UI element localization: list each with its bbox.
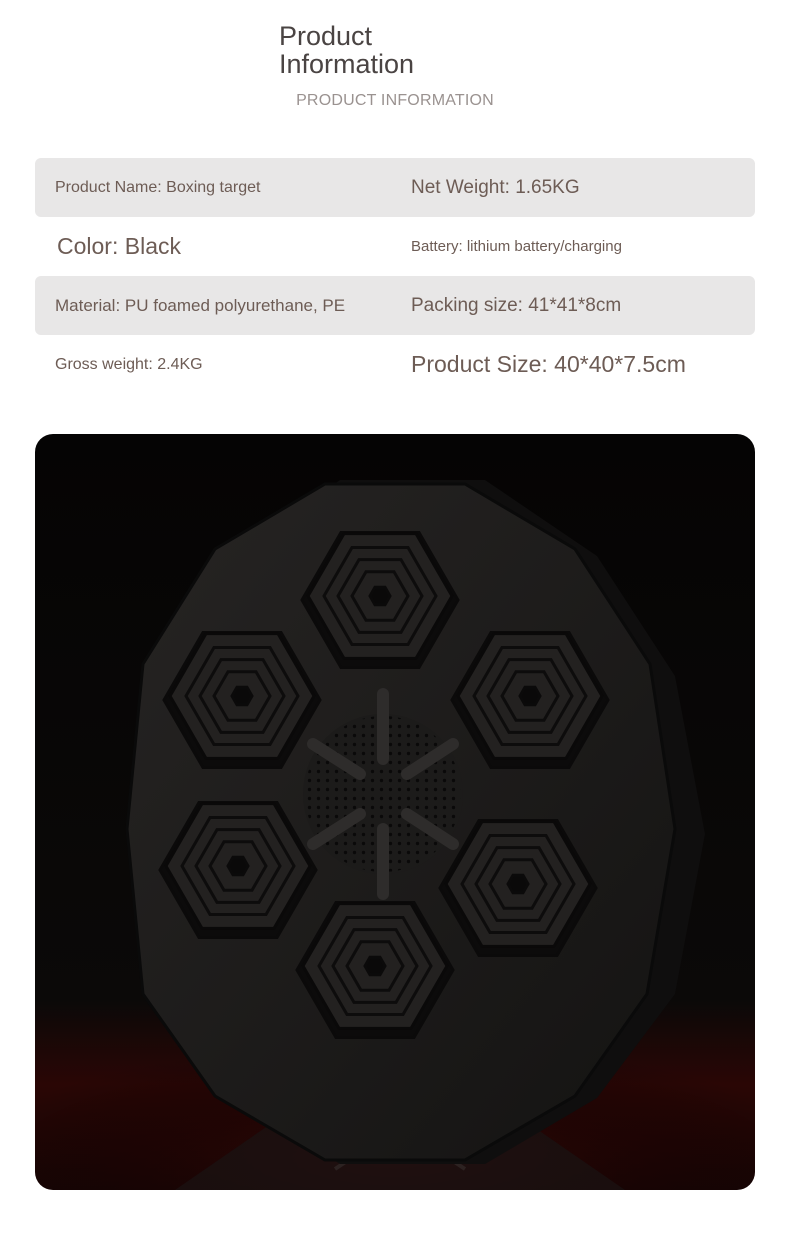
page-header: Product Information PRODUCT INFORMATION	[0, 0, 790, 140]
spec-row: Product Name: Boxing target Net Weight: …	[35, 158, 755, 217]
spec-gross-weight: Gross weight: 2.4KG	[55, 355, 203, 373]
spec-row: Material: PU foamed polyurethane, PE Pac…	[35, 276, 755, 335]
page-title: Product Information	[279, 21, 415, 79]
spec-color: Color: Black	[57, 233, 181, 259]
page-subtitle: PRODUCT INFORMATION	[296, 92, 494, 109]
spec-row: Gross weight: 2.4KG Product Size: 40*40*…	[35, 335, 755, 394]
product-photo	[35, 434, 755, 1190]
spec-material: Material: PU foamed polyurethane, PE	[55, 295, 346, 315]
spec-table: Product Name: Boxing target Net Weight: …	[35, 158, 755, 394]
spec-packing-size: Packing size: 41*41*8cm	[411, 294, 622, 316]
spec-product-name: Product Name: Boxing target	[55, 178, 261, 196]
spec-row: Color: Black Battery: lithium battery/ch…	[35, 217, 755, 276]
spec-product-size: Product Size: 40*40*7.5cm	[411, 351, 686, 377]
spec-net-weight: Net Weight: 1.65KG	[411, 176, 580, 198]
spec-battery: Battery: lithium battery/charging	[411, 238, 622, 255]
